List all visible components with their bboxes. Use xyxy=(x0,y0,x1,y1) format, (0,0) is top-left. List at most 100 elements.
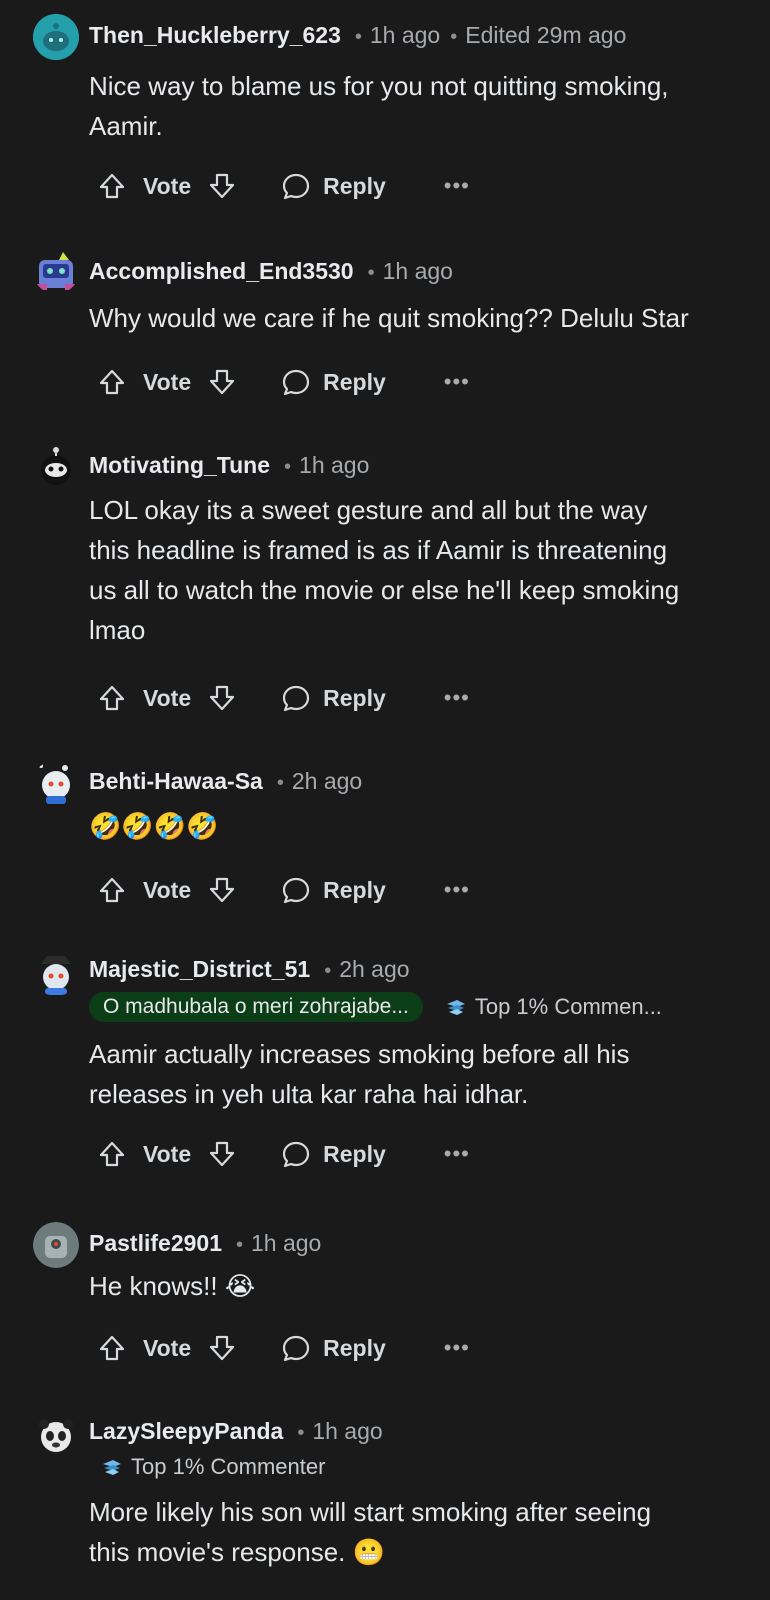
avatar[interactable] xyxy=(33,248,79,294)
comment-body: 🤣🤣🤣🤣 xyxy=(89,806,739,846)
comment-line: lmao xyxy=(89,615,146,645)
more-options-button[interactable]: ••• xyxy=(444,879,470,901)
separator-dot: • xyxy=(297,1422,305,1444)
comment-actions: Vote Reply ••• xyxy=(95,1330,495,1366)
snoo-teal-avatar-icon xyxy=(33,14,79,60)
username[interactable]: Pastlife2901 xyxy=(89,1230,222,1257)
separator-dot: • xyxy=(235,1234,243,1256)
comment-line: this movie's response. 😬 xyxy=(89,1537,386,1567)
avatar[interactable] xyxy=(33,14,79,60)
timestamp: 1h ago xyxy=(369,22,441,48)
comment-body: Aamir actually increases smoking before … xyxy=(89,1034,739,1114)
comment-meta: Motivating_Tune • 1h ago xyxy=(89,452,369,479)
timestamp: 1h ago xyxy=(382,258,453,284)
top-commenter-icon xyxy=(103,1460,121,1475)
top-commenter-badge: Top 1% Commenter xyxy=(101,1454,325,1480)
reply-button[interactable]: Reply xyxy=(279,1331,386,1365)
vote-label: Vote xyxy=(143,876,192,903)
username[interactable]: Majestic_District_51 xyxy=(89,956,310,983)
chat-bubble-icon xyxy=(279,873,313,907)
more-options-button[interactable]: ••• xyxy=(444,371,470,393)
comment-body: Why would we care if he quit smoking?? D… xyxy=(89,298,739,338)
comment-meta: Accomplished_End3530 • 1h ago xyxy=(89,258,453,285)
timestamp: 1h ago xyxy=(312,1418,383,1444)
chat-bubble-icon xyxy=(279,1137,313,1171)
more-options-button[interactable]: ••• xyxy=(444,1143,470,1165)
upvote-icon[interactable] xyxy=(95,169,129,203)
reply-label: Reply xyxy=(323,684,386,711)
downvote-icon[interactable] xyxy=(205,1137,239,1171)
comment-line: this headline is framed is as if Aamir i… xyxy=(89,535,668,565)
timestamp: 1h ago xyxy=(299,452,370,478)
comment-body: He knows!! 😭 xyxy=(89,1266,739,1306)
reply-button[interactable]: Reply xyxy=(279,365,386,399)
upvote-icon[interactable] xyxy=(95,873,129,907)
comment-line: Aamir actually increases smoking before … xyxy=(89,1039,630,1069)
username[interactable]: Accomplished_End3530 xyxy=(89,258,354,285)
reply-button[interactable]: Reply xyxy=(279,873,386,907)
username[interactable]: Then_Huckleberry_623 xyxy=(89,22,341,49)
reply-button[interactable]: Reply xyxy=(279,169,386,203)
snoo-panda-avatar-icon xyxy=(39,1419,73,1452)
comment-line: Why would we care if he quit smoking?? D… xyxy=(89,303,689,333)
reply-button[interactable]: Reply xyxy=(279,681,386,715)
downvote-icon[interactable] xyxy=(205,365,239,399)
separator-dot: • xyxy=(354,26,362,48)
avatar[interactable] xyxy=(33,1412,79,1458)
username[interactable]: Motivating_Tune xyxy=(89,452,270,479)
avatar[interactable] xyxy=(33,1222,79,1268)
chat-bubble-icon xyxy=(279,365,313,399)
comment-actions: Vote Reply ••• xyxy=(95,872,495,908)
vote-label: Vote xyxy=(143,368,192,395)
comment-line: Nice way to blame us for you not quittin… xyxy=(89,71,669,101)
timestamp: 2h ago xyxy=(339,956,410,982)
badge-label: Top 1% Commenter xyxy=(131,1454,326,1479)
reply-label: Reply xyxy=(323,1334,386,1361)
comment-meta: Pastlife2901 • 1h ago xyxy=(89,1230,321,1257)
edited-label: Edited 29m ago xyxy=(465,22,627,48)
reply-label: Reply xyxy=(323,1140,386,1167)
comment-line: More likely his son will start smoking a… xyxy=(89,1497,652,1527)
separator-dot: • xyxy=(324,960,332,982)
more-options-button[interactable]: ••• xyxy=(444,687,470,709)
avatar[interactable] xyxy=(33,444,79,490)
separator-dot: • xyxy=(276,772,284,794)
upvote-icon[interactable] xyxy=(95,1137,129,1171)
snoo-hat-avatar-icon xyxy=(41,956,71,995)
chat-bubble-icon xyxy=(279,681,313,715)
vote-label: Vote xyxy=(143,1334,192,1361)
downvote-icon[interactable] xyxy=(205,1331,239,1365)
user-flair: O madhubala o meri zohrajabe... xyxy=(89,992,423,1022)
vote-label: Vote xyxy=(143,1140,192,1167)
comment-actions: Vote Reply ••• xyxy=(95,680,495,716)
username[interactable]: Behti-Hawaa-Sa xyxy=(89,768,263,795)
downvote-icon[interactable] xyxy=(205,873,239,907)
upvote-icon[interactable] xyxy=(95,365,129,399)
avatar[interactable] xyxy=(33,950,79,996)
chat-bubble-icon xyxy=(279,169,313,203)
comment-line: LOL okay its a sweet gesture and all but… xyxy=(89,495,648,525)
upvote-icon[interactable] xyxy=(95,1331,129,1365)
comment-meta: Behti-Hawaa-Sa • 2h ago xyxy=(89,768,362,795)
reply-button[interactable]: Reply xyxy=(279,1137,386,1171)
top-commenter-badge: Top 1% Commen... xyxy=(445,994,662,1020)
separator-dot: • xyxy=(367,262,375,284)
more-options-button[interactable]: ••• xyxy=(444,1337,470,1359)
comment-line: releases in yeh ulta kar raha hai idhar. xyxy=(89,1079,529,1109)
more-options-button[interactable]: ••• xyxy=(444,175,470,197)
avatar[interactable] xyxy=(33,760,79,806)
snoo-blue-avatar-icon xyxy=(39,764,70,804)
downvote-icon[interactable] xyxy=(205,169,239,203)
downvote-icon[interactable] xyxy=(205,681,239,715)
snoo-black-avatar-icon xyxy=(41,447,71,485)
comment-line: 🤣🤣🤣🤣 xyxy=(89,811,219,841)
timestamp: 2h ago xyxy=(291,768,363,794)
snoo-robot-avatar-icon xyxy=(37,252,75,290)
upvote-icon[interactable] xyxy=(95,681,129,715)
reply-label: Reply xyxy=(323,368,386,395)
separator-dot: • xyxy=(284,456,292,478)
comment-meta: Majestic_District_51 • 2h ago xyxy=(89,956,410,983)
username[interactable]: LazySleepyPanda xyxy=(89,1418,283,1445)
timestamp: 1h ago xyxy=(251,1230,322,1256)
comment-actions: Vote Reply ••• xyxy=(95,168,495,204)
